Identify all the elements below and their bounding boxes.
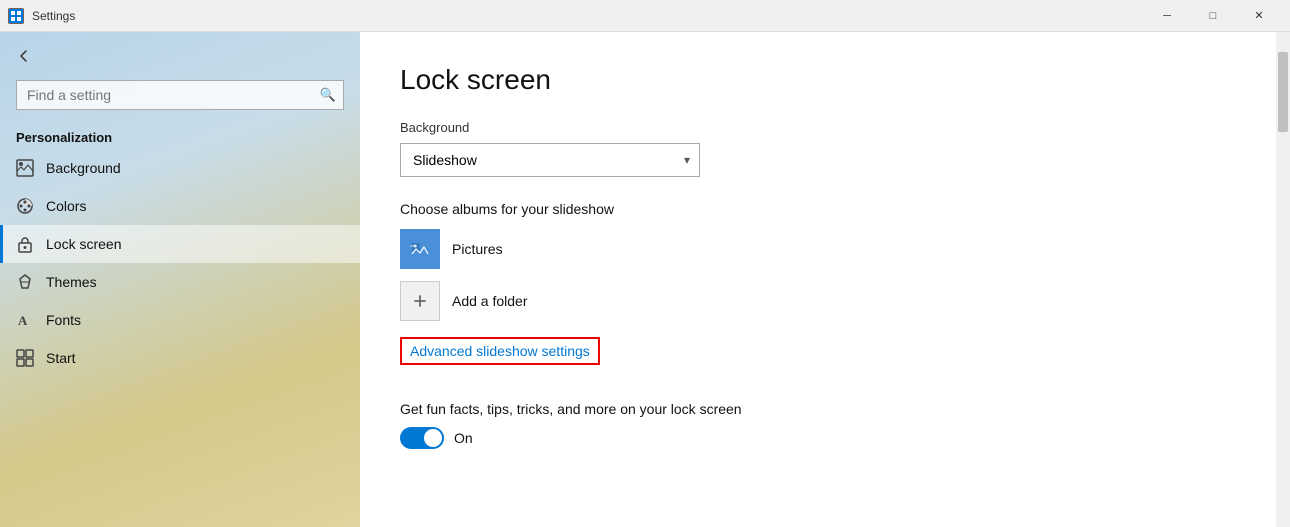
toggle-knob [424, 429, 442, 447]
svg-text:A: A [18, 313, 28, 328]
search-input[interactable] [16, 80, 344, 110]
fun-facts-toggle[interactable] [400, 427, 444, 449]
app-body: 🔍 Personalization Background [0, 32, 1290, 527]
sidebar-item-label-start: Start [46, 350, 76, 366]
fun-facts-label: Get fun facts, tips, tricks, and more on… [400, 401, 1236, 417]
window-controls: ─ □ ✕ [1144, 0, 1282, 32]
sidebar-item-label-themes: Themes [46, 274, 97, 290]
sidebar-item-label-background: Background [46, 160, 121, 176]
add-folder-thumb [400, 281, 440, 321]
colors-icon [16, 197, 34, 215]
toggle-row: On [400, 427, 1236, 449]
app-icon [8, 8, 24, 24]
maximize-button[interactable]: □ [1190, 0, 1236, 32]
advanced-slideshow-link[interactable]: Advanced slideshow settings [400, 337, 600, 365]
back-button[interactable] [0, 40, 360, 72]
start-icon [16, 349, 34, 367]
page-title: Lock screen [400, 64, 1236, 96]
scrollbar-track[interactable] [1276, 32, 1290, 527]
background-dropdown-wrapper: Slideshow Picture Windows spotlight ▾ [400, 143, 700, 177]
themes-icon [16, 273, 34, 291]
titlebar: Settings ─ □ ✕ [0, 0, 1290, 32]
sidebar-item-start[interactable]: Start [0, 339, 360, 377]
minimize-button[interactable]: ─ [1144, 0, 1190, 32]
window-title: Settings [32, 9, 1144, 23]
background-label: Background [400, 120, 1236, 135]
pictures-thumb [400, 229, 440, 269]
sidebar-item-background[interactable]: Background [0, 149, 360, 187]
back-arrow-icon [16, 48, 32, 64]
sidebar-item-label-lock-screen: Lock screen [46, 236, 121, 252]
content-area: Lock screen Background Slideshow Picture… [360, 32, 1276, 527]
sidebar-item-label-colors: Colors [46, 198, 86, 214]
album-pictures[interactable]: Pictures [400, 229, 1236, 269]
sidebar-item-themes[interactable]: Themes [0, 263, 360, 301]
sidebar-item-label-fonts: Fonts [46, 312, 81, 328]
background-dropdown[interactable]: Slideshow Picture Windows spotlight [400, 143, 700, 177]
close-button[interactable]: ✕ [1236, 0, 1282, 32]
sidebar: 🔍 Personalization Background [0, 32, 360, 527]
scrollbar-thumb[interactable] [1278, 52, 1288, 132]
sidebar-section-title: Personalization [0, 118, 360, 149]
toggle-label: On [454, 430, 473, 446]
fonts-icon: A [16, 311, 34, 329]
lock-icon [16, 235, 34, 253]
sidebar-item-fonts[interactable]: A Fonts [0, 301, 360, 339]
album-name-add: Add a folder [452, 293, 528, 309]
search-icon: 🔍 [320, 87, 336, 103]
slideshow-label: Choose albums for your slideshow [400, 201, 1236, 217]
album-name-pictures: Pictures [452, 241, 503, 257]
background-icon [16, 159, 34, 177]
sidebar-item-lock-screen[interactable]: Lock screen [0, 225, 360, 263]
sidebar-item-colors[interactable]: Colors [0, 187, 360, 225]
album-add-folder[interactable]: Add a folder [400, 281, 1236, 321]
search-container: 🔍 [16, 80, 344, 110]
